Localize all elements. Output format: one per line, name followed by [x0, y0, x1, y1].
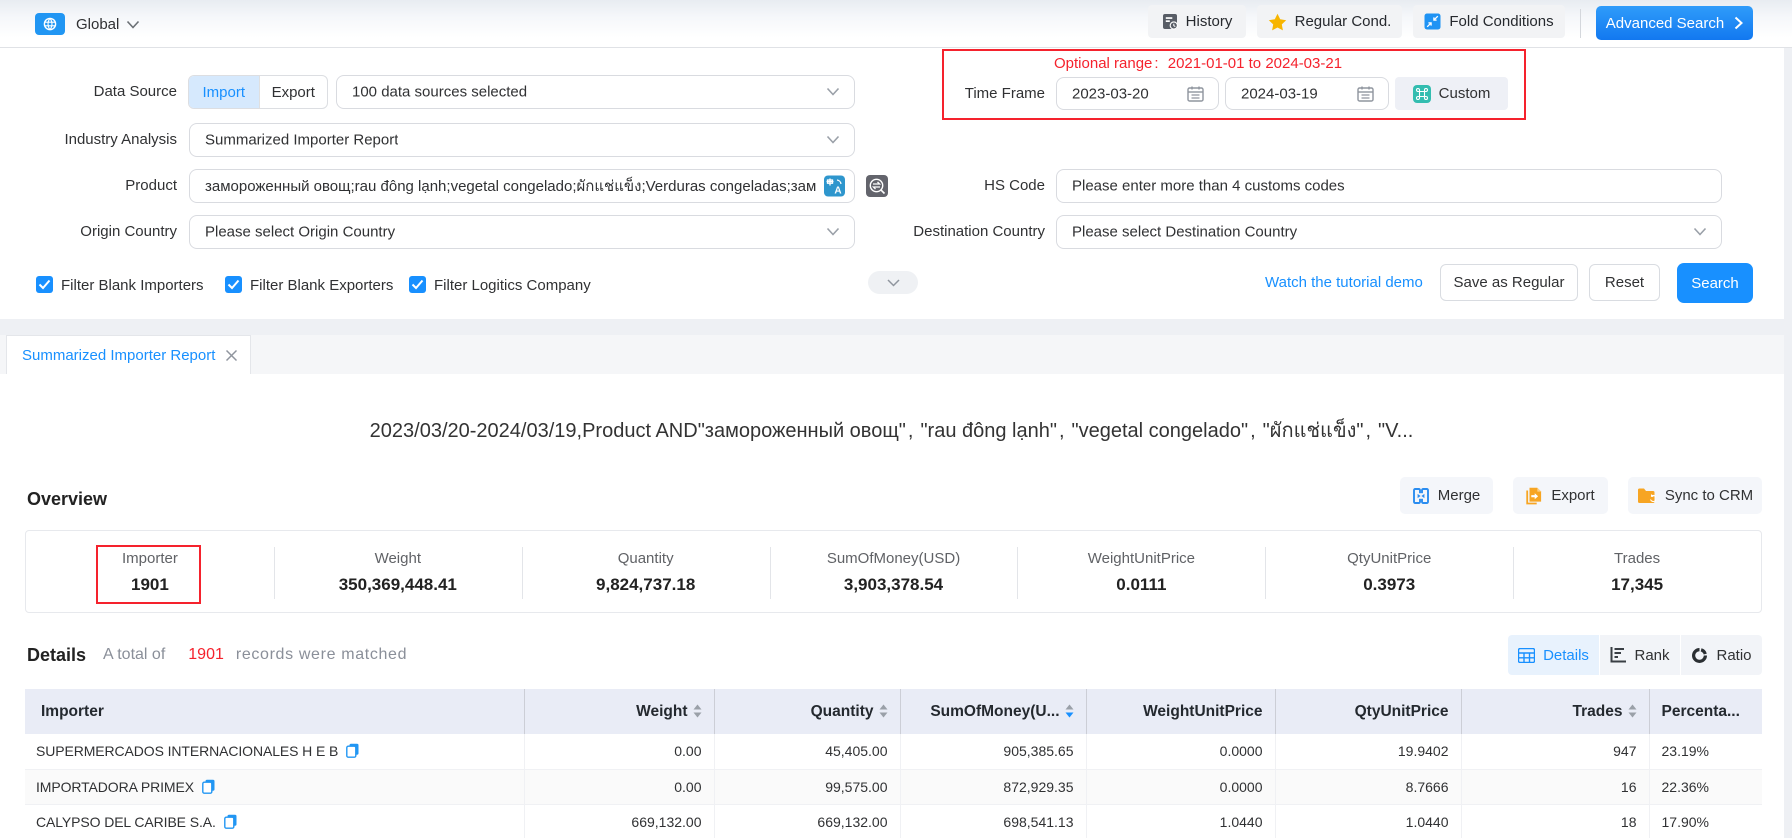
svg-text:A: A	[834, 186, 841, 197]
